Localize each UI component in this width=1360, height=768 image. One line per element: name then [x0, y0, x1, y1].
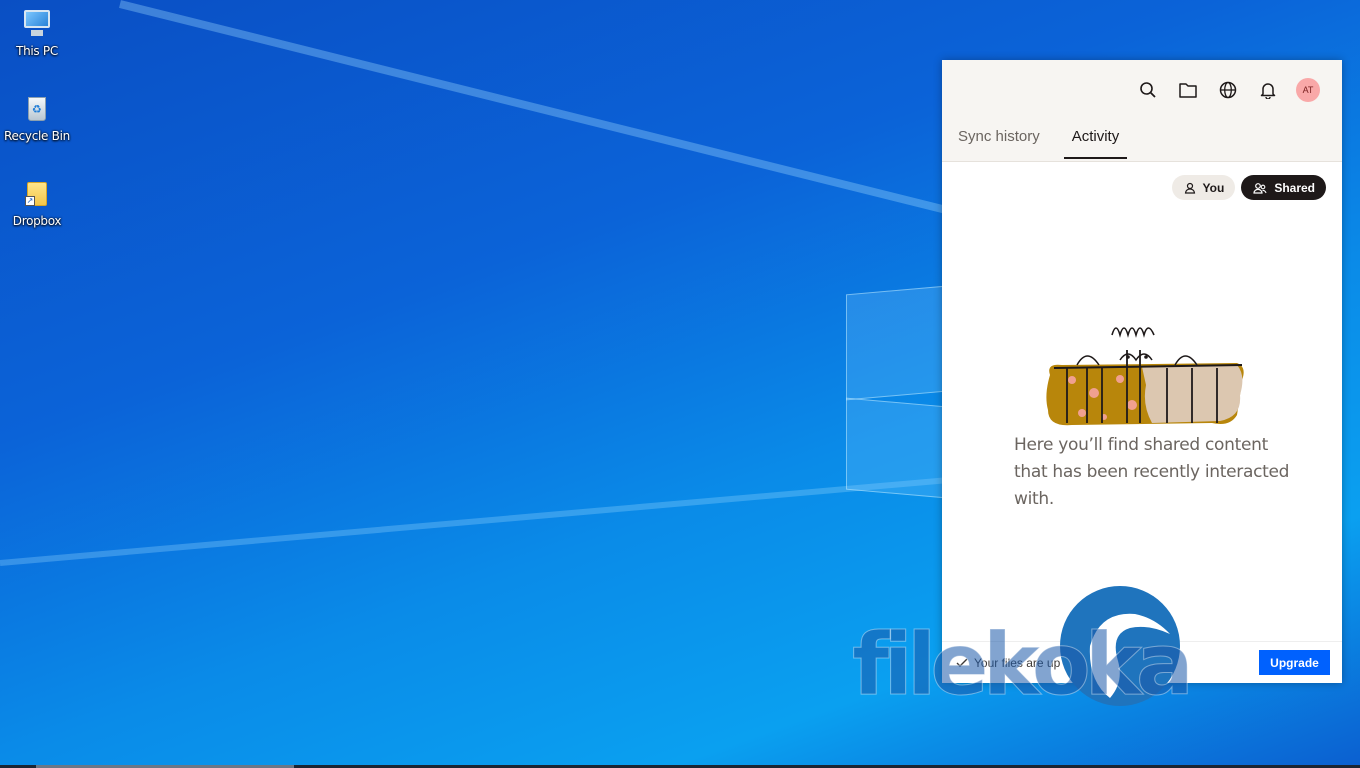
windows-logo-pane	[846, 397, 946, 499]
desktop-icon-label: Recycle Bin	[4, 129, 70, 143]
desktop-icon-label: Dropbox	[12, 214, 62, 228]
tab-activity[interactable]: Activity	[1063, 126, 1128, 159]
empty-state-message: Here you’ll find shared content that has…	[1014, 435, 1290, 509]
dropbox-panel: AT Sync history Activity You Shared Here…	[942, 60, 1342, 683]
filter-shared-button[interactable]: Shared	[1241, 175, 1326, 200]
header-toolbar: AT	[1136, 78, 1320, 102]
filter-you-label: You	[1202, 180, 1225, 195]
avatar[interactable]: AT	[1296, 78, 1320, 102]
globe-icon[interactable]	[1216, 78, 1240, 102]
panel-footer: Your files are up to date Upgrade	[942, 641, 1342, 683]
activity-filter: You Shared	[1171, 175, 1326, 200]
shared-content-illustration	[1046, 327, 1244, 426]
sync-status[interactable]: Your files are up to date	[956, 656, 1116, 670]
upgrade-button[interactable]: Upgrade	[1259, 650, 1330, 675]
tab-sync-history[interactable]: Sync history	[958, 126, 1040, 159]
desktop-icon-dropbox[interactable]: ↗ Dropbox	[0, 178, 74, 228]
checkmark-icon	[956, 658, 968, 667]
filter-you-button[interactable]: You	[1171, 175, 1236, 200]
filter-shared-label: Shared	[1274, 180, 1315, 195]
person-icon	[1184, 182, 1195, 194]
search-icon[interactable]	[1136, 78, 1160, 102]
sync-status-text: Your files are up to date	[974, 656, 1101, 670]
bell-icon[interactable]	[1256, 78, 1280, 102]
tab-bar: Sync history Activity	[958, 126, 1159, 159]
chevron-down-icon	[1106, 660, 1116, 666]
folder-shortcut-icon: ↗	[21, 178, 53, 210]
computer-icon	[21, 8, 53, 40]
windows-logo-pane	[846, 285, 946, 401]
recycle-bin-icon: ♻	[21, 93, 53, 125]
panel-header: AT Sync history Activity	[942, 60, 1342, 162]
desktop-icon-this-pc[interactable]: This PC	[0, 8, 74, 58]
desktop-icon-recycle-bin[interactable]: ♻ Recycle Bin	[0, 93, 74, 143]
folder-icon[interactable]	[1176, 78, 1200, 102]
people-icon	[1253, 182, 1267, 194]
desktop-icon-label: This PC	[16, 44, 58, 58]
